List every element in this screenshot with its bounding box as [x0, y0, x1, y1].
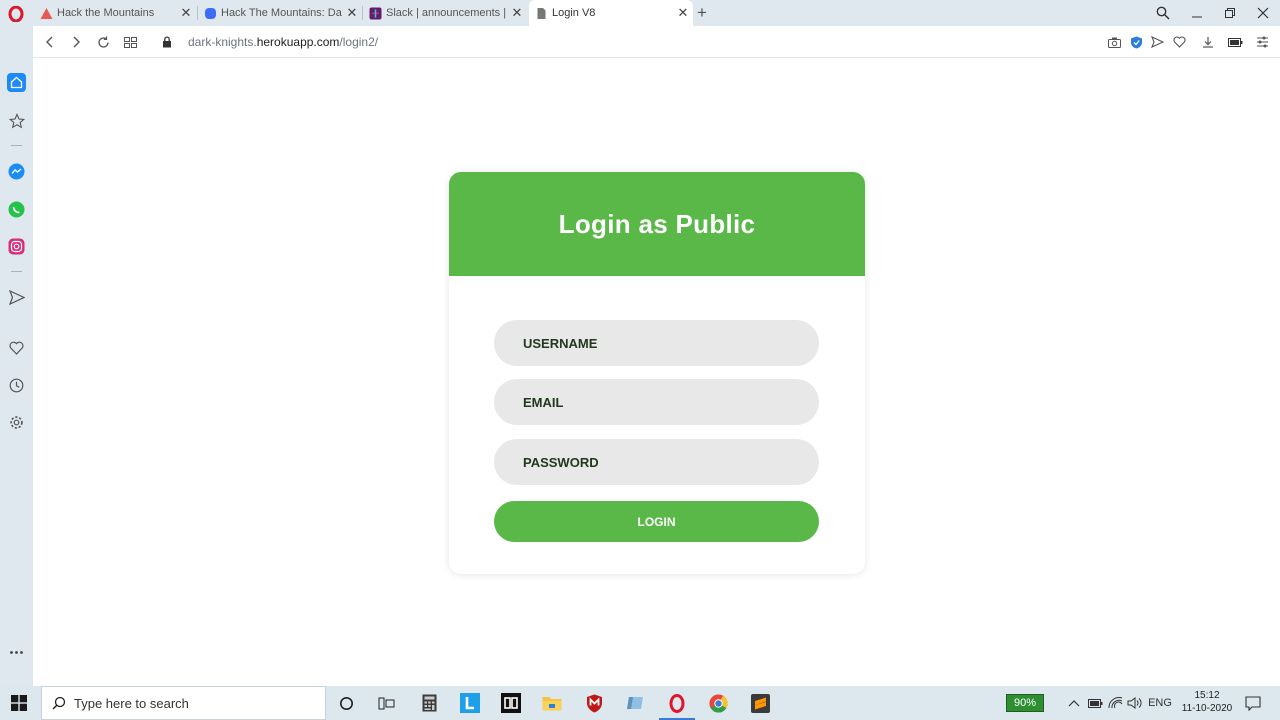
snapshot-camera-icon[interactable]: [1106, 34, 1122, 50]
tab-login-v8[interactable]: Login V8 ✕: [529, 0, 693, 26]
mountain-favicon-icon: [40, 7, 53, 19]
sidebar-divider: [11, 145, 22, 146]
personal-news-heart-icon[interactable]: [7, 338, 26, 357]
back-icon[interactable]: [42, 34, 58, 50]
chrome-icon[interactable]: [698, 686, 738, 720]
download-icon[interactable]: [1200, 34, 1216, 50]
close-window-icon[interactable]: [1246, 0, 1280, 26]
whatsapp-icon[interactable]: [7, 200, 26, 219]
tab-title: Login V8: [552, 7, 596, 19]
opera-menu-icon[interactable]: [8, 6, 24, 22]
battery-saver-icon[interactable]: [1227, 34, 1243, 50]
search-placeholder: Type here to search: [74, 695, 189, 711]
taskbar-search-box[interactable]: Type here to search: [41, 686, 326, 720]
new-tab-plus-icon[interactable]: +: [697, 3, 707, 23]
tab-close-icon[interactable]: ✕: [176, 5, 196, 21]
volume-speaker-icon[interactable]: [1126, 695, 1142, 711]
username-input[interactable]: [494, 320, 819, 366]
cortana-circle-icon[interactable]: [326, 686, 366, 720]
bookmarks-star-icon[interactable]: [7, 111, 26, 130]
send-icon[interactable]: [1149, 34, 1165, 50]
login-card: Login as Public LOGIN: [449, 172, 865, 574]
search-icon: [52, 696, 66, 710]
bookmark-heart-icon[interactable]: [1171, 34, 1187, 50]
show-hidden-icons-chevron-icon[interactable]: [1066, 695, 1082, 711]
remote-app-icon[interactable]: [615, 686, 655, 720]
instagram-icon[interactable]: [7, 237, 26, 256]
mcafee-shield-icon[interactable]: [574, 686, 614, 720]
sidebar-divider: [11, 271, 22, 272]
taskbar-clock[interactable]: 15:12 11-10-2020: [1176, 689, 1238, 715]
input-language-indicator[interactable]: ENG: [1148, 695, 1172, 711]
clock-date: 11-10-2020: [1181, 703, 1233, 714]
tab-slack[interactable]: Slack | announcements | Ha ✕: [363, 0, 527, 26]
web-page: Login as Public LOGIN: [33, 58, 1280, 686]
password-input[interactable]: [494, 439, 819, 485]
history-clock-icon[interactable]: [7, 376, 26, 395]
clock-time: 15:12: [1194, 690, 1220, 701]
file-explorer-folder-icon[interactable]: [532, 686, 572, 720]
windows-taskbar: Type here to search 90% ENG 15:12 11-10-…: [0, 686, 1280, 720]
restore-window-icon[interactable]: [1213, 0, 1247, 26]
login-card-header: Login as Public: [449, 172, 865, 276]
battery-tray-icon[interactable]: [1087, 695, 1103, 711]
forward-icon[interactable]: [68, 34, 84, 50]
browser-sidebar: [0, 26, 33, 686]
tab-title: Hack the Mountains: [57, 7, 155, 19]
login-button[interactable]: LOGIN: [494, 501, 819, 542]
action-center-notification-icon[interactable]: [1245, 695, 1261, 711]
slack-favicon-icon: [369, 7, 382, 19]
tab-grid-icon[interactable]: [122, 34, 138, 50]
url-text[interactable]: dark-knights.herokuapp.com/login2/: [188, 35, 378, 49]
url-prefix: dark-knights.: [188, 35, 257, 49]
tab-title: Slack | announcements | Ha: [386, 7, 507, 19]
login-title: Login as Public: [558, 208, 756, 239]
windows-start-icon[interactable]: [11, 695, 27, 711]
url-path: /login2/: [339, 35, 379, 49]
more-options-icon[interactable]: [7, 643, 26, 662]
lock-icon[interactable]: [159, 34, 175, 50]
battery-percentage-badge[interactable]: 90%: [1006, 694, 1044, 712]
minimize-window-icon[interactable]: [1180, 0, 1214, 26]
tab-close-icon[interactable]: ✕: [507, 5, 527, 21]
tab-close-icon[interactable]: ✕: [342, 5, 362, 21]
tab-dashboard[interactable]: Hack The Mountains: Dash ✕: [198, 0, 362, 26]
url-host: herokuapp.com: [256, 35, 340, 49]
blue-shape-favicon-icon: [205, 7, 216, 19]
task-view-icon[interactable]: [366, 686, 406, 720]
messenger-icon[interactable]: [7, 162, 26, 181]
dark-app-icon[interactable]: [491, 686, 531, 720]
tab-hack-the-mountains[interactable]: Hack the Mountains ✕: [34, 0, 196, 26]
tab-close-icon[interactable]: ✕: [673, 5, 693, 21]
my-flow-send-icon[interactable]: [7, 288, 26, 307]
speed-dial-home-icon[interactable]: [7, 73, 26, 92]
easy-setup-icon[interactable]: [1254, 34, 1270, 50]
calculator-app-icon[interactable]: [409, 686, 449, 720]
opera-browser-taskbar-icon[interactable]: [657, 686, 697, 720]
tab-title: Hack The Mountains: Dash: [221, 7, 342, 19]
wifi-icon[interactable]: [1107, 695, 1123, 711]
browser-tab-bar: Hack the Mountains ✕ Hack The Mountains:…: [0, 0, 1280, 26]
l-app-icon[interactable]: [450, 686, 490, 720]
settings-gear-icon[interactable]: [7, 413, 26, 432]
ad-blocker-shield-icon[interactable]: [1128, 34, 1144, 50]
reload-icon[interactable]: [95, 34, 111, 50]
address-bar: dark-knights.herokuapp.com/login2/: [33, 26, 1280, 58]
sublime-text-icon[interactable]: [740, 686, 780, 720]
search-tabs-icon[interactable]: [1146, 0, 1180, 26]
page-favicon-icon: [537, 7, 546, 19]
email-input[interactable]: [494, 379, 819, 425]
